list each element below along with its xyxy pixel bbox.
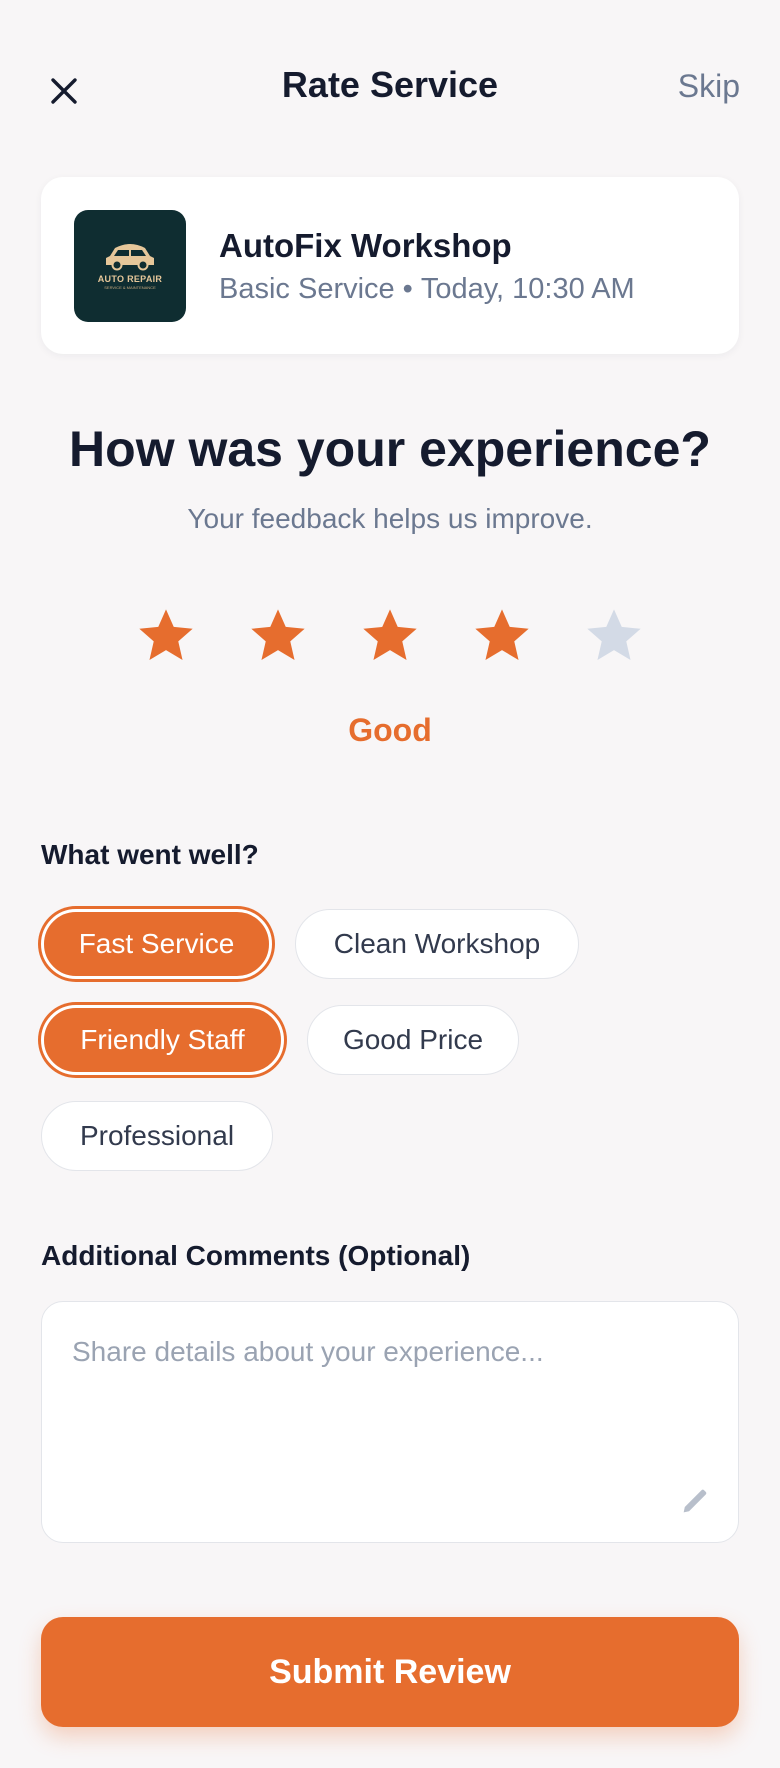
rating-question: How was your experience? [69,421,711,477]
comments-input[interactable] [72,1336,708,1512]
meta-separator: • [402,273,413,305]
comment-box [41,1301,739,1543]
star-icon-2[interactable] [246,604,310,668]
service-time: Today, 10:30 AM [420,273,635,305]
star-icon-1[interactable] [134,604,198,668]
star-rating [0,604,780,668]
chip-professional[interactable]: Professional [41,1101,273,1171]
chip-clean-workshop[interactable]: Clean Workshop [295,909,579,979]
rating-subtitle: Your feedback helps us improve. [187,503,593,534]
car-icon [106,244,154,271]
logo-text: AUTO REPAIR [97,274,163,284]
highlights-title: What went well? [41,839,259,870]
close-button[interactable] [44,71,84,111]
comments-title: Additional Comments (Optional) [41,1240,471,1271]
star-icon-4[interactable] [470,604,534,668]
star-icon-5[interactable] [582,604,646,668]
close-icon [51,78,77,104]
pencil-icon [683,1489,707,1513]
service-type: Basic Service [219,273,395,305]
chip-friendly-staff[interactable]: Friendly Staff [41,1005,284,1075]
skip-link[interactable]: Skip [678,68,740,105]
workshop-logo: AUTO REPAIR SERVICE & MAINTENANCE [74,210,186,322]
star-icon-3[interactable] [358,604,422,668]
workshop-name: AutoFix Workshop [219,227,512,264]
submit-review-button[interactable]: Submit Review [41,1617,739,1727]
chip-fast-service[interactable]: Fast Service [41,909,272,979]
rating-label: Good [348,712,432,748]
page-title: Rate Service [281,64,499,105]
chip-good-price[interactable]: Good Price [307,1005,519,1075]
workshop-meta: Basic Service • Today, 10:30 AM [219,273,635,306]
workshop-card: AUTO REPAIR SERVICE & MAINTENANCE AutoFi… [41,177,739,354]
logo-subtext: SERVICE & MAINTENANCE [104,285,156,290]
